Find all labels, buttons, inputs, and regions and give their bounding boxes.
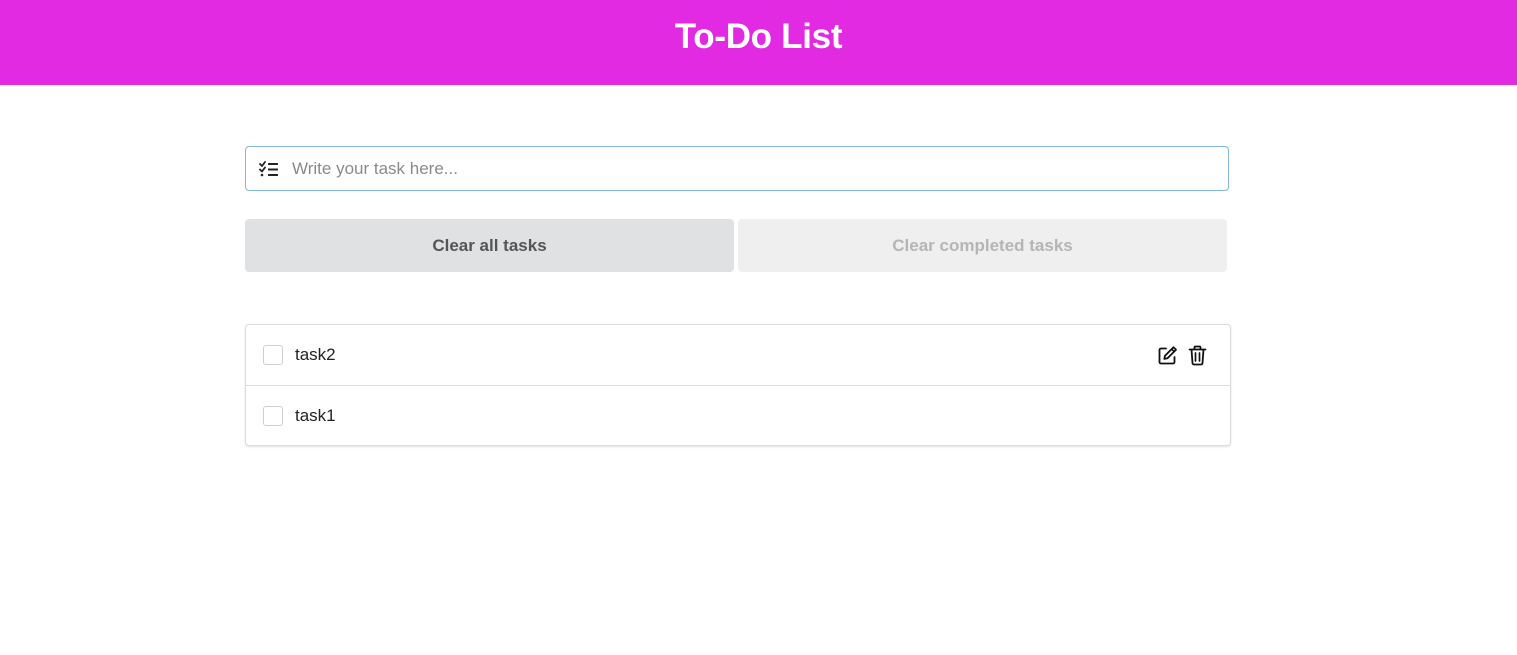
task-checkbox[interactable] (263, 405, 283, 426)
clear-all-tasks-button[interactable]: Clear all tasks (245, 219, 734, 272)
task-item: task2 (246, 325, 1230, 385)
app-header: To-Do List (0, 0, 1517, 85)
task-input[interactable] (292, 148, 1228, 189)
clear-completed-tasks-button[interactable]: Clear completed tasks (738, 219, 1227, 272)
task-checkbox[interactable] (263, 345, 283, 365)
task-label: task2 (295, 345, 336, 364)
task-item: task1 (246, 385, 1230, 445)
task-list: task2 task1 (245, 324, 1231, 446)
edit-icon[interactable] (1157, 345, 1178, 366)
tasks-icon (246, 146, 292, 191)
task-actions (1157, 325, 1208, 385)
task-input-wrapper (245, 146, 1229, 191)
trash-icon[interactable] (1187, 345, 1208, 366)
page-title: To-Do List (674, 16, 843, 56)
task-label: task1 (295, 405, 336, 425)
